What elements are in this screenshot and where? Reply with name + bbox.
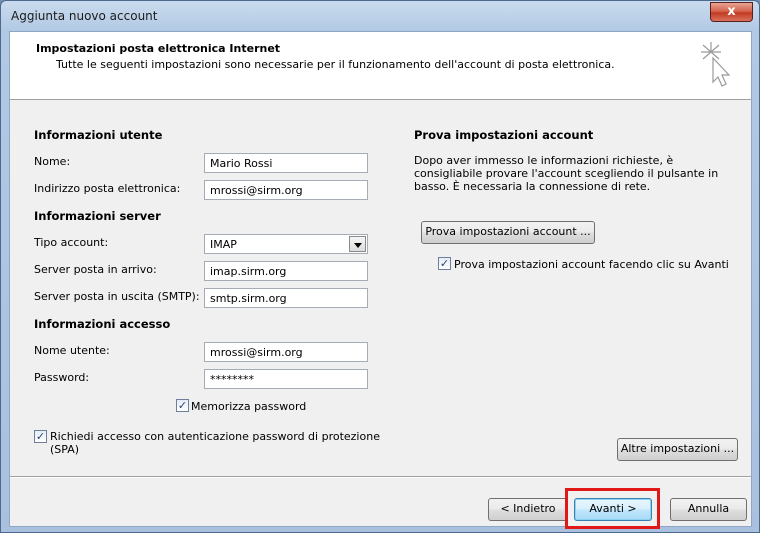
header-subtitle: Tutte le seguenti impostazioni sono nece… [56,58,615,71]
remember-password-checkbox[interactable]: ✓ [176,399,189,412]
dialog-client-area: Impostazioni posta elettronica Internet … [9,31,752,529]
auto-test-label[interactable]: Prova impostazioni account facendo clic … [454,258,729,271]
remember-password-label[interactable]: Memorizza password [191,400,306,413]
test-settings-heading: Prova impostazioni account [414,128,594,142]
access-info-heading: Informazioni accesso [34,317,171,331]
user-info-heading: Informazioni utente [34,128,163,142]
outgoing-server-label: Server posta in uscita (SMTP): [34,290,200,303]
cancel-button[interactable]: Annulla [670,498,747,521]
account-type-select[interactable]: IMAP [204,234,368,254]
outgoing-server-field[interactable]: smtp.sirm.org [204,288,368,308]
chevron-down-icon[interactable] [349,236,366,252]
dialog-window: Aggiunta nuovo account x Impostazioni po… [0,0,760,533]
header-title: Impostazioni posta elettronica Internet [36,42,281,55]
account-type-value: IMAP [210,238,237,251]
account-type-label: Tipo account: [34,236,109,249]
test-settings-description: Dopo aver immesso le informazioni richie… [414,154,719,193]
test-account-button[interactable]: Prova impostazioni account ... [421,221,595,244]
spa-label-line2[interactable]: (SPA) [50,443,79,456]
email-field[interactable]: mrossi@sirm.org [204,180,368,200]
cursor-sparkle-icon [701,42,731,87]
auto-test-checkbox[interactable]: ✓ [438,257,451,270]
close-icon[interactable]: x [727,4,735,19]
spa-label-line1[interactable]: Richiedi accesso con autenticazione pass… [50,430,380,443]
incoming-server-field[interactable]: imap.sirm.org [204,261,368,281]
window-title: Aggiunta nuovo account [11,9,158,23]
password-label: Password: [34,371,90,384]
next-button[interactable]: Avanti > [574,498,652,521]
name-field[interactable]: Mario Rossi [204,153,368,173]
username-label: Nome utente: [34,344,110,357]
back-button[interactable]: < Indietro [488,498,568,521]
email-label: Indirizzo posta elettronica: [34,182,181,195]
more-settings-button[interactable]: Altre impostazioni ... [617,438,738,461]
title-bar[interactable]: Aggiunta nuovo account x [1,1,759,31]
wizard-header: Impostazioni posta elettronica Internet … [10,32,751,100]
footer-divider [10,476,751,478]
username-field[interactable]: mrossi@sirm.org [204,342,368,362]
incoming-server-label: Server posta in arrivo: [34,263,157,276]
password-field[interactable]: ******** [204,369,368,389]
name-label: Nome: [34,155,71,168]
close-button[interactable]: x [710,2,753,22]
server-info-heading: Informazioni server [34,209,161,223]
spa-checkbox[interactable]: ✓ [34,430,47,443]
